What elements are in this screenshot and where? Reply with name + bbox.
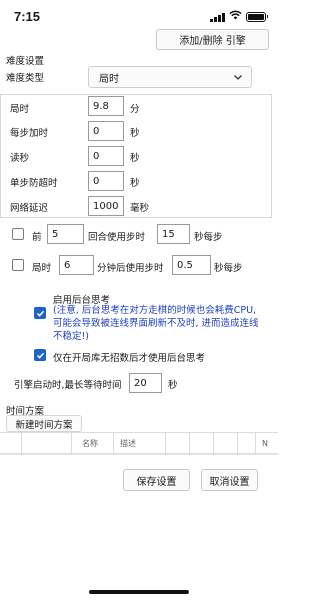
status-time: 7:15 (14, 9, 41, 24)
difficulty-type-value: 局时 (99, 73, 119, 85)
network-delay-input[interactable]: 1000 (88, 196, 124, 216)
status-icons (210, 10, 268, 23)
time-rule-suffix: 秒每步 (214, 263, 243, 274)
engine-wait-input[interactable]: 20 (129, 373, 162, 393)
time-rule-middle-label: 分钟后使用步时 (97, 263, 164, 274)
move-rule-moves-input[interactable]: 5 (47, 224, 84, 244)
increment-label: 每步加时 (10, 128, 49, 139)
opening-only-checkbox[interactable] (34, 349, 46, 361)
time-rule-prefix: 局时 (32, 263, 52, 274)
engine-wait-label: 引擎启动时,最长等待时间 (14, 380, 122, 391)
move-rule-checkbox[interactable] (12, 228, 24, 240)
table-col-blank (22, 433, 72, 453)
checkmark-icon (36, 310, 44, 317)
background-think-warning: (注意, 后台思考在对方走棋的时候也会耗费CPU, 可能会导致被连线界面刷新不及… (53, 305, 259, 342)
table-col-blank (238, 433, 256, 453)
game-time-input[interactable]: 9.8 (88, 96, 124, 116)
table-col-n[interactable]: N (256, 433, 278, 453)
increment-unit: 秒 (130, 128, 140, 139)
move-rule-seconds-input[interactable]: 15 (157, 224, 190, 244)
anti-timeout-input[interactable]: 0 (88, 171, 124, 191)
engine-wait-unit: 秒 (168, 380, 178, 391)
background-think-checkbox[interactable] (34, 307, 46, 319)
cancel-settings-button[interactable]: 取消设置 (201, 469, 258, 491)
save-settings-button[interactable]: 保存设置 (123, 469, 190, 491)
new-time-scheme-button[interactable]: 新建时间方案 (6, 415, 82, 432)
chevron-down-icon (233, 72, 243, 85)
home-indicator[interactable] (89, 590, 189, 594)
game-time-unit: 分 (130, 104, 140, 115)
table-col-blank (190, 433, 214, 453)
increment-input[interactable]: 0 (88, 121, 124, 141)
time-rule-checkbox[interactable] (12, 259, 24, 271)
table-col-name[interactable]: 名称 (72, 433, 114, 453)
table-col-blank (214, 433, 238, 453)
table-col-blank (0, 433, 22, 453)
anti-timeout-unit: 秒 (130, 178, 140, 189)
move-rule-suffix: 秒每步 (194, 232, 223, 243)
opening-only-label: 仅在开局库无招数后才使用后台思考 (53, 353, 206, 364)
byoyomi-label: 读秒 (10, 153, 30, 164)
anti-timeout-label: 单步防超时 (10, 178, 58, 189)
network-delay-unit: 毫秒 (130, 203, 150, 214)
network-delay-label: 网络延迟 (10, 203, 49, 214)
battery-icon (246, 11, 268, 22)
table-divider (0, 454, 278, 455)
difficulty-type-select[interactable]: 局时 (88, 66, 252, 88)
add-remove-engine-button[interactable]: 添加/删除 引擎 (156, 29, 269, 50)
table-col-blank (166, 433, 190, 453)
byoyomi-unit: 秒 (130, 153, 140, 164)
difficulty-section-title: 难度设置 (6, 56, 45, 67)
byoyomi-input[interactable]: 0 (88, 146, 124, 166)
table-col-description[interactable]: 描述 (114, 433, 166, 453)
time-rule-seconds-input[interactable]: 0.5 (172, 255, 211, 275)
time-scheme-table-header: 名称 描述 N (0, 432, 278, 454)
checkmark-icon (36, 352, 44, 359)
game-time-label: 局时 (10, 104, 30, 115)
wifi-icon (229, 10, 242, 23)
move-rule-prefix: 前 (32, 232, 42, 243)
signal-icon (210, 12, 225, 22)
difficulty-type-label: 难度类型 (6, 73, 45, 84)
move-rule-middle-label: 回合使用步时 (88, 232, 146, 243)
time-rule-minutes-input[interactable]: 6 (59, 255, 94, 275)
